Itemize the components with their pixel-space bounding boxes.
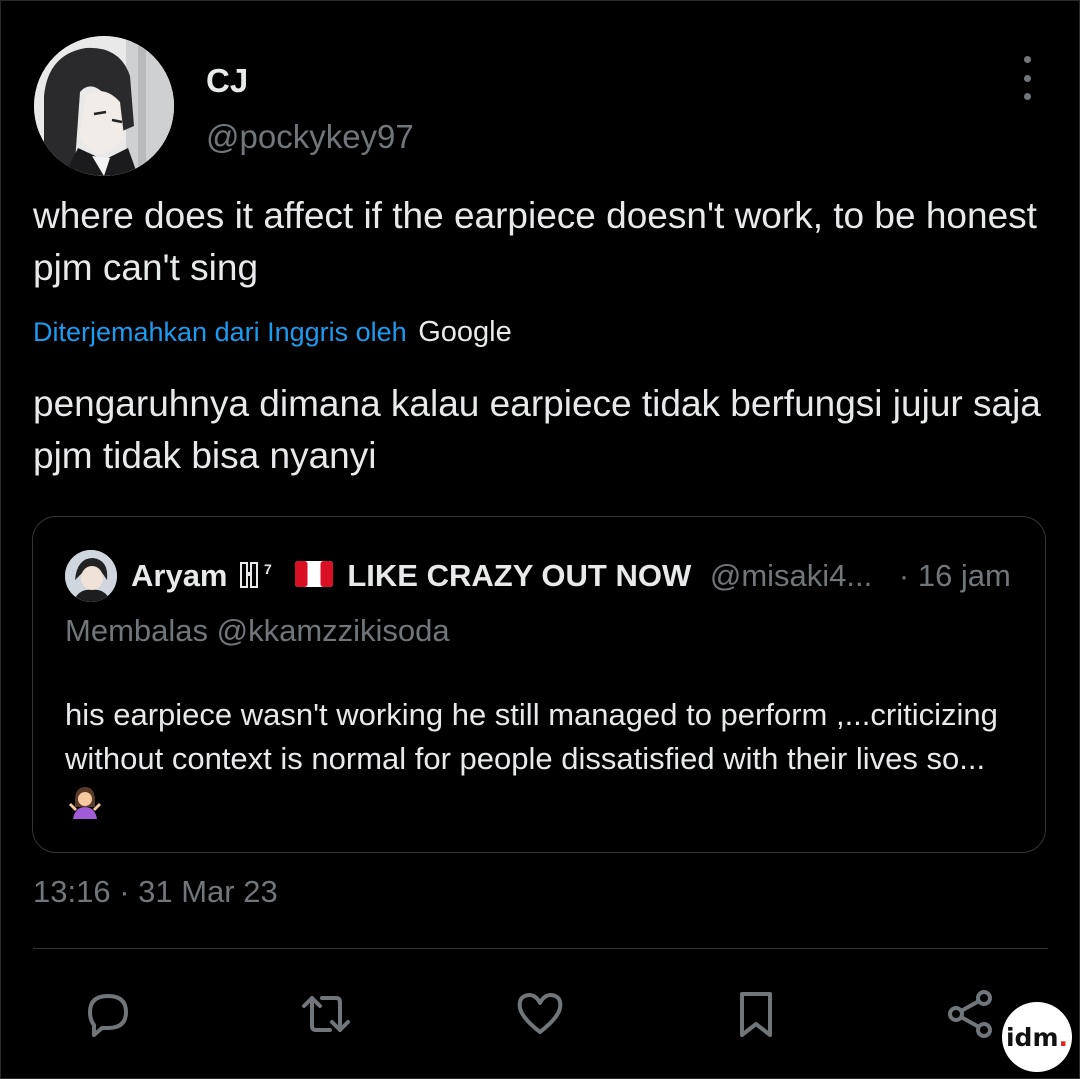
- idm-watermark-logo: idm.: [1002, 1002, 1072, 1072]
- bookmark-icon: [740, 992, 772, 1037]
- more-dot-icon: [1023, 93, 1031, 100]
- retweet-icon: [302, 996, 350, 1032]
- like-button[interactable]: [514, 988, 566, 1040]
- heart-icon: [517, 993, 563, 1034]
- more-dot-icon: [1023, 74, 1031, 82]
- quoted-tweet-time: · 16 jam: [898, 558, 1011, 593]
- author-avatar[interactable]: [34, 36, 174, 176]
- badge-superscript: 7: [264, 561, 272, 577]
- watermark-dot: .: [1058, 1022, 1069, 1052]
- translation-attribution: Diterjemahkan dari Inggris oleh Google: [33, 312, 512, 352]
- translation-link[interactable]: Diterjemahkan dari Inggris oleh: [33, 317, 407, 347]
- reply-button[interactable]: [82, 988, 134, 1040]
- author-handle[interactable]: @pockykey97: [206, 118, 414, 156]
- quoted-author-avatar: [65, 550, 117, 602]
- more-dot-icon: [1023, 56, 1031, 63]
- quoted-tweet-header: Aryam 7 LIKE CRAZY OUT NOW @misaki4... ·…: [131, 555, 1031, 597]
- quoted-avatar-illustration: [65, 550, 117, 602]
- quoted-tweet-card[interactable]: Aryam 7 LIKE CRAZY OUT NOW @misaki4... ·…: [32, 516, 1046, 853]
- watermark-text: idm: [1005, 1022, 1059, 1052]
- retweet-button[interactable]: [300, 988, 352, 1040]
- divider: [33, 948, 1048, 949]
- peru-flag-icon: [294, 561, 333, 587]
- author-name[interactable]: CJ: [206, 62, 248, 100]
- google-logo-text: Google: [418, 316, 512, 348]
- more-options-button[interactable]: [1008, 56, 1046, 100]
- quoted-tweet-body: his earpiece wasn't working he still man…: [65, 697, 998, 776]
- tweet-text: where does it affect if the earpiece doe…: [33, 195, 1037, 288]
- quoted-author-handle[interactable]: @misaki4...: [710, 558, 872, 593]
- avatar-illustration: [34, 36, 174, 176]
- quoted-reply-context: Membalas @kkamzzikisoda: [65, 613, 450, 648]
- person-shrugging-emoji-icon: [69, 787, 101, 819]
- translated-tweet-text: pengaruhnya dimana kalau earpiece tidak …: [33, 383, 1041, 476]
- quoted-tweet-text: his earpiece wasn't working he still man…: [65, 693, 1005, 825]
- share-button[interactable]: [944, 988, 996, 1040]
- bookmark-button[interactable]: [730, 988, 782, 1040]
- tweet-timestamp[interactable]: 13:16 · 31 Mar 23: [33, 874, 278, 910]
- quoted-author-name-suffix[interactable]: LIKE CRAZY OUT NOW: [347, 558, 691, 593]
- share-icon: [948, 990, 992, 1038]
- quoted-author-name[interactable]: Aryam: [131, 558, 228, 593]
- reply-icon: [88, 994, 128, 1037]
- band-logo-icon: 7: [240, 561, 272, 588]
